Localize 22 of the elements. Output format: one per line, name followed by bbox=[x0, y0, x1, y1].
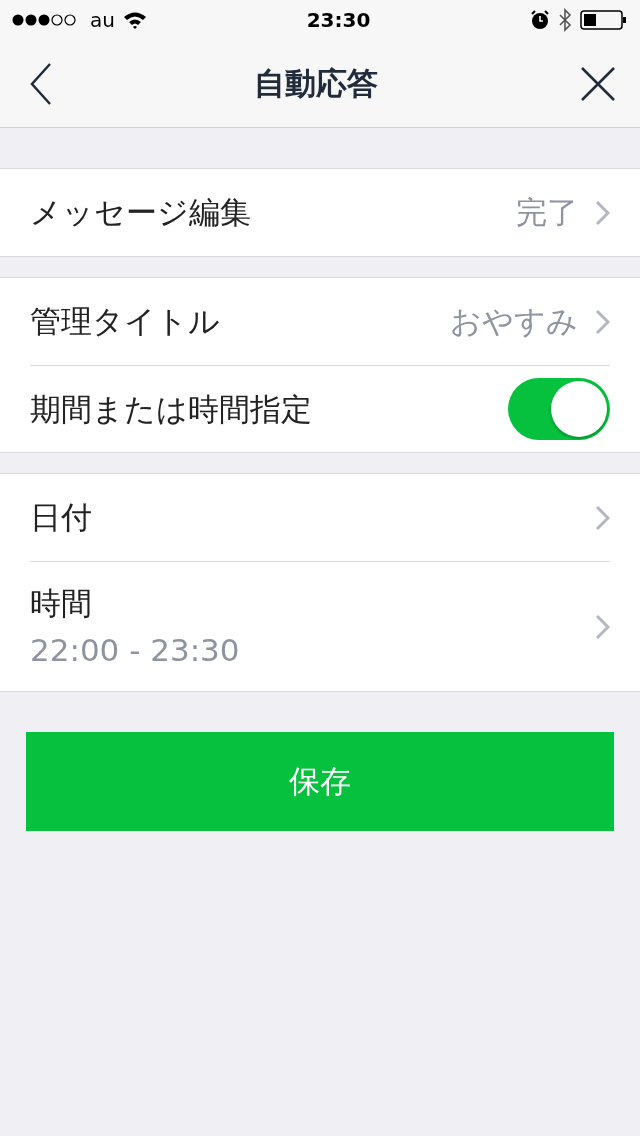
wifi-icon bbox=[122, 11, 147, 29]
chevron-right-icon[interactable] bbox=[594, 504, 610, 531]
setting-label: 期間または時間指定 bbox=[30, 389, 312, 429]
setting-value: おやすみ bbox=[450, 302, 578, 342]
screen-title: 自動応答 bbox=[254, 64, 378, 104]
alarm-clock-icon bbox=[530, 10, 550, 30]
chevron-right-icon[interactable] bbox=[594, 308, 610, 335]
setting-label: 時間 bbox=[30, 584, 93, 623]
setting-label: 管理タイトル bbox=[30, 302, 220, 342]
close-icon[interactable] bbox=[580, 65, 616, 102]
battery-icon bbox=[580, 9, 628, 31]
carrier-text: au bbox=[90, 7, 115, 34]
setting-label: メッセージ編集 bbox=[30, 193, 251, 233]
save-button[interactable]: 保存 bbox=[26, 732, 614, 831]
clock-text: 23:30 bbox=[306, 7, 371, 34]
back-icon[interactable] bbox=[30, 61, 52, 106]
setting-label: 日付 bbox=[30, 498, 92, 538]
bluetooth-icon bbox=[558, 8, 572, 32]
chevron-right-icon[interactable] bbox=[594, 199, 610, 226]
time-range-text: 22:00 - 23:30 bbox=[30, 630, 240, 670]
chevron-right-icon[interactable] bbox=[594, 613, 610, 640]
setting-value: 完了 bbox=[516, 193, 578, 233]
